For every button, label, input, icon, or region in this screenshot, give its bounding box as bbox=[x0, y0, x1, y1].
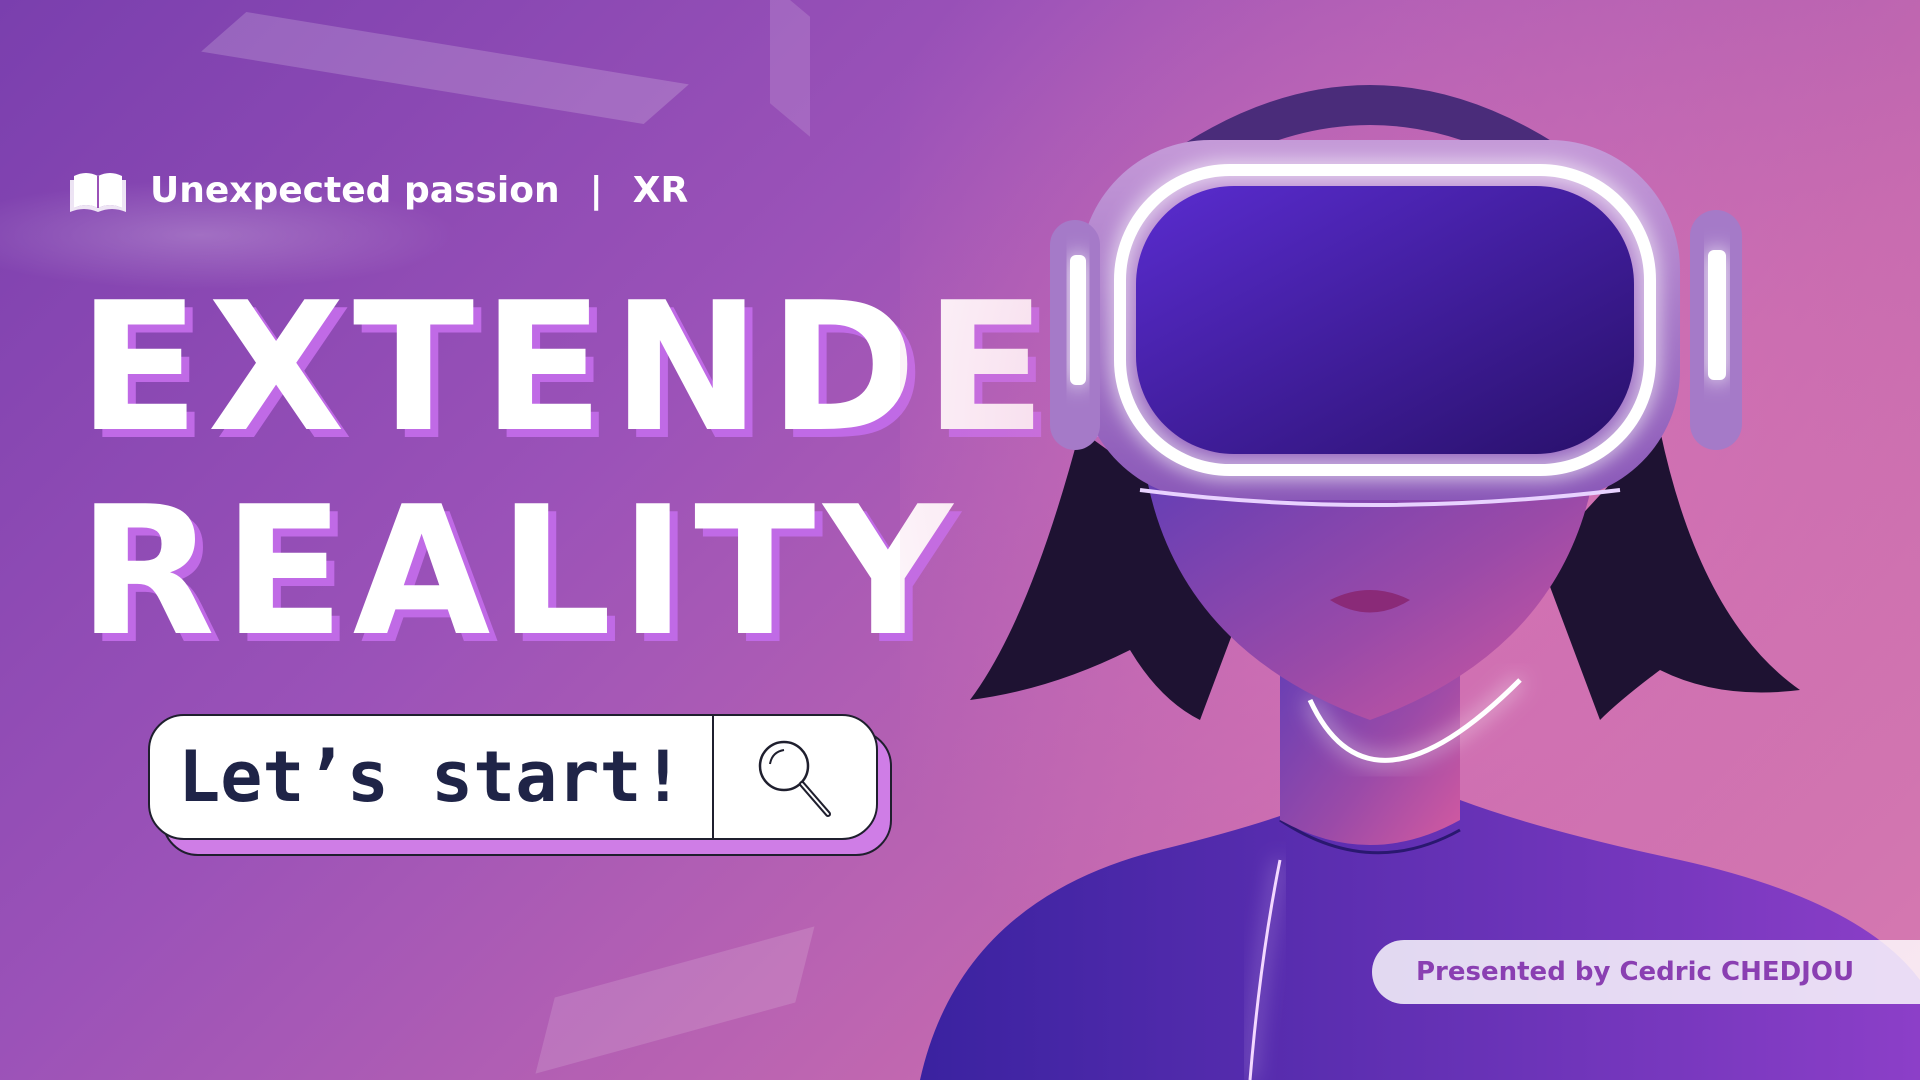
top-label-suffix: XR bbox=[632, 169, 689, 211]
search-icon bbox=[758, 740, 831, 817]
vr-headset-person-illustration bbox=[900, 0, 1920, 1080]
presenter-badge: Presented by Cedric CHEDJOU bbox=[1372, 940, 1920, 1004]
search-icon-button[interactable] bbox=[714, 716, 876, 838]
open-book-icon bbox=[70, 173, 126, 212]
top-label-prefix: Unexpected passion bbox=[150, 169, 560, 211]
light-shard-decoration bbox=[201, 12, 689, 124]
light-shard-decoration bbox=[535, 926, 815, 1074]
start-button[interactable]: Let’s start! bbox=[148, 714, 892, 856]
top-label: Unexpected passion | XR bbox=[70, 168, 688, 212]
slide: Unexpected passion | XR EXTENDED REALITY… bbox=[0, 0, 1920, 1080]
light-shard-decoration bbox=[770, 0, 810, 137]
presenter-text: Presented by Cedric CHEDJOU bbox=[1416, 957, 1855, 987]
top-label-separator: | bbox=[589, 169, 603, 211]
start-button-box[interactable]: Let’s start! bbox=[148, 714, 878, 840]
start-button-label: Let’s start! bbox=[178, 736, 684, 818]
